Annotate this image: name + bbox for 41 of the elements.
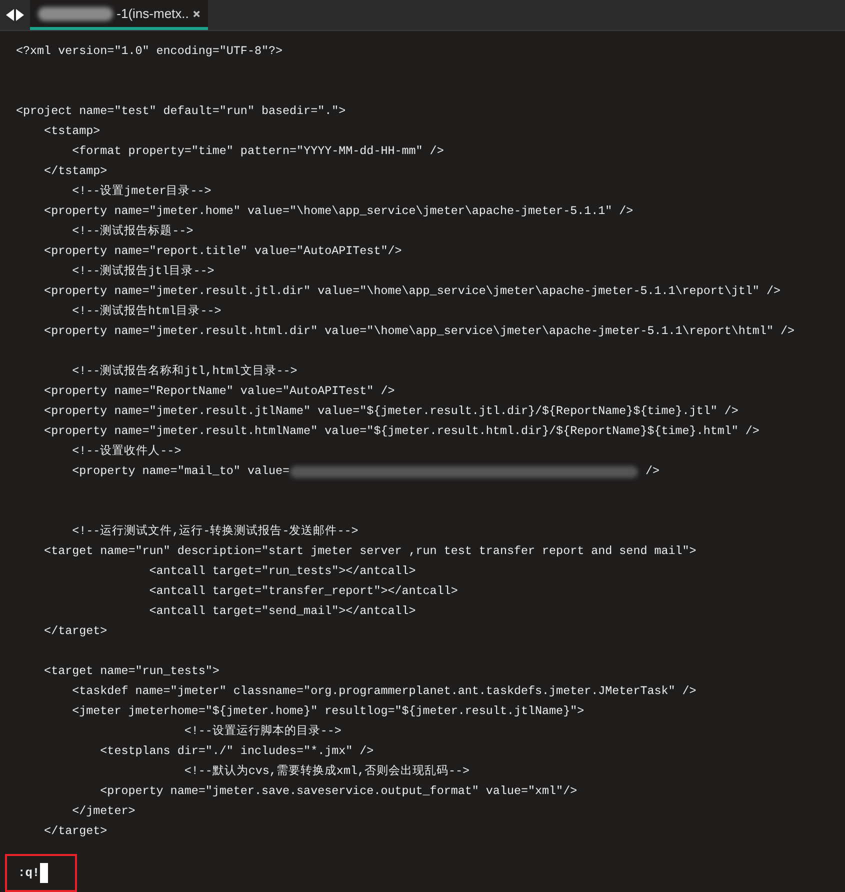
code-line: />: [646, 463, 660, 480]
code-line: <property name="jmeter.result.jtl.dir" value="\home\app_service\jmeter\apache-jmeter-5.1.1\report\jtl" />: [43, 283, 780, 300]
left-arrow-icon[interactable]: [6, 9, 14, 21]
code-line: <property name="jmeter.save.saveservice.output_format" value="xml"/>: [99, 783, 578, 800]
code-line: <!--测试报告jtl目录-->: [71, 263, 214, 280]
code-line: </target>: [43, 823, 108, 840]
code-line: <property name="ReportName" value="AutoAPITest" />: [43, 383, 395, 400]
code-line: <project name="test" default="run" basedir=".">: [16, 103, 346, 120]
code-line: <tstamp>: [43, 123, 100, 140]
code-line: <antcall target="send_mail"></antcall>: [148, 603, 416, 620]
code-line: <property name="jmeter.result.htmlName" value="${jmeter.result.html.dir}/${ReportName}${time}.html" />: [43, 423, 760, 440]
editor-tab[interactable]: -1(ins-metx..: [30, 0, 208, 30]
code-line: <?xml version="1.0" encoding="UTF-8"?>: [16, 43, 283, 60]
code-line: <property name="report.title" value="AutoAPITest"/>: [43, 243, 402, 260]
code-line: <!--测试报告标题-->: [71, 223, 194, 240]
right-arrow-icon[interactable]: [16, 9, 24, 21]
code-line: <property name="jmeter.result.html.dir" value="\home\app_service\jmeter\apache-jmeter-5.1.1\report\html" />: [43, 323, 795, 340]
code-line: <!--运行测试文件,运行-转换测试报告-发送邮件-->: [71, 523, 358, 540]
code-line: <!--设置运行脚本的目录-->: [183, 723, 342, 740]
code-line: <!--测试报告html目录-->: [71, 303, 222, 320]
code-line: <property name="jmeter.home" value="\home\app_service\jmeter\apache-jmeter-5.1.1" />: [43, 203, 634, 220]
code-line: <property name="mail_to" value=: [71, 463, 290, 480]
code-line: <taskdef name="jmeter" classname="org.programmerplanet.ant.taskdefs.jmeter.JMeterTask" />: [71, 683, 696, 700]
code-line: <property name="jmeter.result.jtlName" value="${jmeter.result.jtl.dir}/${ReportName}${time}.jtl" />: [43, 403, 738, 420]
code-line: </target>: [43, 623, 108, 640]
code-line: <testplans dir="./" includes="*.jmx" />: [99, 743, 374, 760]
code-line: <!--设置收件人-->: [71, 443, 182, 460]
code-line: </tstamp>: [43, 163, 108, 180]
code-line: <!--默认为cvs,需要转换成xml,否则会出现乱码-->: [183, 763, 470, 780]
code-line: <antcall target="transfer_report"></antcall>: [148, 583, 458, 600]
code-line: <jmeter jmeterhome="${jmeter.home}" resultlog="${jmeter.result.jtlName}">: [71, 703, 584, 720]
code-line: <target name="run_tests">: [43, 663, 220, 680]
code-line: <format property="time" pattern="YYYY-MM-dd-HH-mm" />: [71, 143, 444, 160]
tab-title: -1(ins-metx..: [116, 4, 189, 23]
code-line: <!--测试报告名称和jtl,html文目录-->: [71, 363, 298, 380]
code-line: <antcall target="run_tests"></antcall>: [148, 563, 416, 580]
text-cursor: [40, 863, 48, 883]
code-line: <!--设置jmeter目录-->: [71, 183, 212, 200]
close-icon[interactable]: [192, 10, 200, 18]
code-line: </jmeter>: [71, 803, 136, 820]
code-line: <target name="run" description="start jmeter server ,run test transfer report and send mail">: [43, 543, 696, 560]
